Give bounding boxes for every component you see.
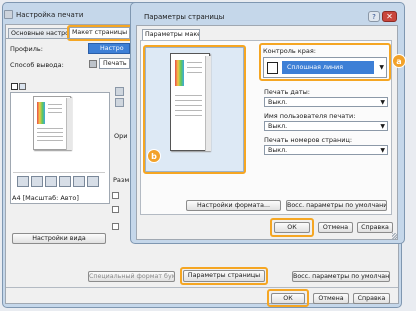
output-method-select[interactable]: Печать: [99, 58, 130, 69]
preview-text-line: [37, 128, 63, 129]
preview-text-line: [37, 136, 63, 137]
orientation-icon: [115, 87, 124, 96]
preview-text-line: [48, 108, 62, 109]
chevron-down-icon: ▼: [379, 64, 384, 71]
page-view-icon[interactable]: [11, 83, 18, 90]
staple-icon[interactable]: [59, 176, 71, 187]
print-page-numbers-value: Выкл.: [268, 147, 288, 154]
option-checkbox-2[interactable]: [112, 206, 119, 213]
preview-text-line: [48, 104, 62, 105]
print-page-numbers-select[interactable]: Выкл. ▼: [264, 145, 388, 155]
printer-output-icon: [89, 60, 97, 68]
output-method-value: Печать: [103, 60, 127, 67]
preview-text-line: [37, 140, 63, 141]
chevron-down-icon: ▼: [380, 147, 385, 154]
orientation-icon-alt: [115, 98, 124, 107]
settings-view-button[interactable]: Настройки вида: [12, 233, 106, 244]
print-style-icon[interactable]: [31, 176, 43, 187]
preview-color-block: [37, 102, 45, 124]
back-ok-highlight: [267, 289, 309, 307]
bottom-divider: [6, 287, 398, 288]
tab-basic-settings[interactable]: Основные настройки: [8, 28, 68, 38]
border-control-value: Сплошная линия: [282, 61, 374, 74]
print-date-select[interactable]: Выкл. ▼: [264, 97, 388, 107]
size-label: Разм: [113, 176, 130, 184]
format-settings-button[interactable]: Настройки формата...: [186, 200, 281, 211]
profile-select[interactable]: Настро: [88, 43, 130, 54]
duplex-icon[interactable]: [45, 176, 57, 187]
print-date-label: Печать даты:: [264, 88, 310, 96]
printer-icon: [4, 10, 13, 19]
border-preview-text-line: [175, 115, 202, 116]
border-preview-text-line: [175, 105, 202, 106]
orientation-label: Ори: [114, 132, 128, 140]
back-restore-defaults-button[interactable]: Восс. параметры по умолчанию: [292, 271, 390, 282]
output-method-label: Способ вывода:: [10, 61, 64, 69]
callout-a: a: [392, 54, 406, 68]
copies-icon[interactable]: [17, 176, 29, 187]
front-help-button[interactable]: Справка: [357, 222, 393, 233]
border-preview-text-line: [175, 110, 202, 111]
profile-label: Профиль:: [10, 45, 43, 53]
option-checkbox-1[interactable]: [112, 192, 119, 199]
tab-layout-options[interactable]: Параметры макета: [142, 29, 200, 40]
border-preview-color-block: [175, 60, 184, 86]
preview-text-line: [48, 112, 62, 113]
paper-source-icon[interactable]: [73, 176, 85, 187]
border-preview-text-line: [187, 62, 202, 63]
preview-text-line: [37, 132, 63, 133]
chevron-down-icon: ▼: [380, 123, 385, 130]
front-cancel-button[interactable]: Отмена: [318, 222, 353, 233]
preview-page-fold: [66, 98, 72, 150]
border-preview-text-line: [187, 72, 202, 73]
quality-icon[interactable]: [87, 176, 99, 187]
help-icon[interactable]: ?: [368, 11, 380, 22]
profile-value: Настро: [100, 45, 124, 52]
callout-b: b: [147, 149, 161, 163]
resize-grip-icon[interactable]: [392, 233, 398, 239]
border-control-label: Контроль края:: [263, 47, 316, 55]
close-icon[interactable]: ✕: [382, 11, 397, 22]
page-options-highlight: [180, 267, 268, 285]
print-date-value: Выкл.: [268, 99, 288, 106]
settings-view-icon[interactable]: [19, 83, 26, 90]
page-options-title: Параметры страницы: [144, 13, 225, 21]
back-cancel-button[interactable]: Отмена: [313, 293, 349, 304]
print-settings-title: Настройка печати: [16, 11, 84, 19]
print-page-numbers-label: Печать номеров страниц:: [264, 136, 353, 144]
border-preview-text-line: [187, 67, 202, 68]
front-ok-highlight: [270, 218, 314, 237]
option-checkbox-3[interactable]: [112, 223, 119, 230]
border-preview-text-line: [175, 100, 202, 101]
chevron-down-icon: ▼: [380, 99, 385, 106]
border-control-select[interactable]: Сплошная линия ▼: [263, 57, 387, 78]
back-help-button[interactable]: Справка: [353, 293, 390, 304]
border-preview-page-fold: [205, 56, 211, 151]
print-username-select[interactable]: Выкл. ▼: [264, 121, 388, 131]
custom-paper-format-button[interactable]: Специальный формат бумаги...: [88, 271, 175, 282]
paper-size-caption: A4 [Масштаб: Авто]: [12, 194, 79, 202]
border-style-icon: [267, 62, 278, 74]
front-restore-defaults-button[interactable]: Восс. параметры по умолчанию: [286, 200, 387, 211]
print-username-label: Имя пользователя печати:: [264, 112, 356, 120]
print-username-value: Выкл.: [268, 123, 288, 130]
border-preview-text-line: [175, 95, 202, 96]
